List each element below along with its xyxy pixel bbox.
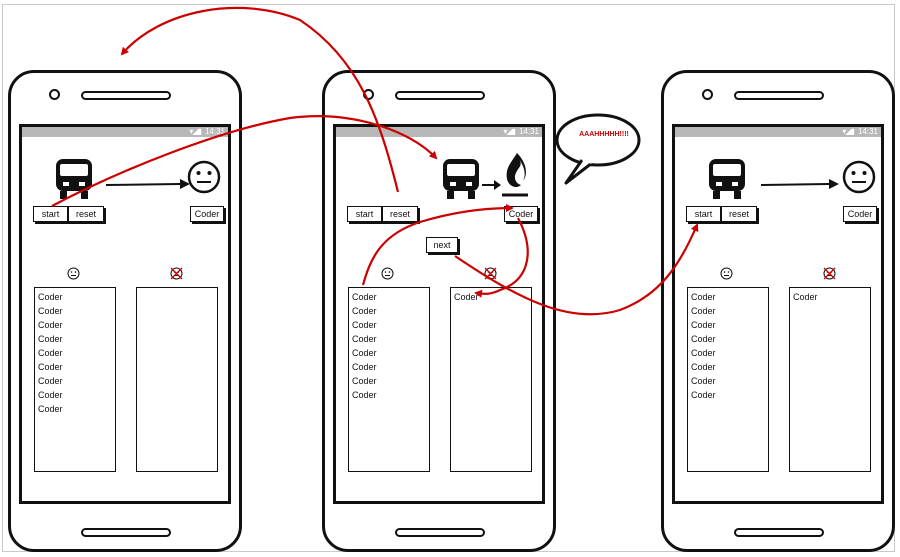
removed-list[interactable]: Coder (789, 287, 871, 472)
phone-right: ▾◢▮ 14:31 start reset Coder Coder Coder … (661, 70, 895, 552)
waiting-list[interactable]: Coder Coder Coder Coder Coder Coder Coder Coder (687, 287, 769, 472)
speaker-slot (395, 91, 485, 100)
phone-middle: ▾◢▮ 14:31 start reset Coder Coder Coder … (322, 70, 556, 552)
status-time: 14:31 (204, 127, 225, 136)
list-item[interactable]: Coder (38, 332, 115, 346)
smiley-small-icon (381, 267, 394, 280)
crossed-smiley-icon (484, 267, 497, 280)
phone-screen: ▾◢▮ 14:31 start reset Coder Coder Coder … (672, 124, 884, 504)
phone-left: ▾◢▮ 14:31 start reset Coder Coder Coder … (8, 70, 242, 552)
waiting-list[interactable]: Coder Coder Coder Coder Coder Coder Coder Coder… (34, 287, 116, 472)
bus-icon (709, 159, 745, 199)
crossed-smiley-icon (170, 267, 183, 280)
arrow-right-icon (760, 179, 839, 189)
start-button[interactable]: start (347, 206, 382, 222)
list-item[interactable]: Coder (691, 388, 768, 402)
list-item[interactable]: Coder (691, 332, 768, 346)
list-item[interactable]: Coder (38, 402, 115, 416)
list-item[interactable]: Coder (454, 290, 531, 304)
status-bar: ▾◢▮ 14:31 (336, 127, 542, 137)
reset-button[interactable]: reset (382, 206, 418, 222)
list-item[interactable]: Coder (691, 290, 768, 304)
status-bar: ▾◢▮ 14:31 (675, 127, 881, 137)
list-item[interactable]: Coder (352, 360, 429, 374)
crossed-smiley-icon (823, 267, 836, 280)
list-item[interactable]: Coder (352, 304, 429, 318)
camera-dot (702, 89, 713, 100)
start-button[interactable]: start (686, 206, 721, 222)
phone-screen: ▾◢▮ 14:31 start reset Coder Coder Coder … (19, 124, 231, 504)
list-item[interactable]: Coder (352, 346, 429, 360)
camera-dot (363, 89, 374, 100)
home-slot (395, 528, 485, 537)
list-item[interactable]: Coder (352, 290, 429, 304)
camera-dot (49, 89, 60, 100)
reset-button[interactable]: reset (721, 206, 757, 222)
signal-icon: ▾◢▮ (503, 127, 516, 136)
coder-card[interactable]: Coder (504, 206, 538, 222)
list-item[interactable]: Coder (352, 374, 429, 388)
list-item[interactable]: Coder (691, 374, 768, 388)
list-item[interactable]: Coder (352, 332, 429, 346)
phone-screen: ▾◢▮ 14:31 start reset Coder Coder Coder … (333, 124, 545, 504)
signal-icon: ▾◢▮ (842, 127, 855, 136)
arrow-right-icon (105, 179, 190, 189)
speech-bubble-text: AAAHHHHH!!!! (579, 131, 629, 138)
next-button[interactable]: next (426, 237, 458, 253)
list-item[interactable]: Coder (691, 346, 768, 360)
smiley-neutral-icon (187, 160, 221, 194)
arrow-right-icon (482, 180, 501, 190)
home-slot (734, 528, 824, 537)
bus-icon (56, 159, 92, 199)
coder-card[interactable]: Coder (190, 206, 224, 222)
list-item[interactable]: Coder (352, 388, 429, 402)
list-item[interactable]: Coder (38, 374, 115, 388)
fire-icon (502, 153, 528, 197)
speaker-slot (81, 91, 171, 100)
removed-list[interactable]: Coder (450, 287, 532, 472)
list-item[interactable]: Coder (38, 304, 115, 318)
home-slot (81, 528, 171, 537)
list-item[interactable]: Coder (38, 388, 115, 402)
smiley-neutral-icon (842, 160, 876, 194)
bus-icon (443, 159, 479, 199)
list-item[interactable]: Coder (691, 360, 768, 374)
status-time: 14:31 (518, 127, 539, 136)
list-item[interactable]: Coder (793, 290, 870, 304)
list-item[interactable]: Coder (38, 360, 115, 374)
signal-icon: ▾◢▮ (189, 127, 202, 136)
list-item[interactable]: Coder (352, 318, 429, 332)
list-item[interactable]: Coder (38, 290, 115, 304)
list-item[interactable]: Coder (38, 318, 115, 332)
start-button[interactable]: start (33, 206, 68, 222)
status-time: 14:31 (857, 127, 878, 136)
list-item[interactable]: Coder (38, 346, 115, 360)
smiley-small-icon (67, 267, 80, 280)
status-bar: ▾◢▮ 14:31 (22, 127, 228, 137)
list-item[interactable]: Coder (691, 318, 768, 332)
list-item[interactable]: Coder (691, 304, 768, 318)
reset-button[interactable]: reset (68, 206, 104, 222)
smiley-small-icon (720, 267, 733, 280)
coder-card[interactable]: Coder (843, 206, 877, 222)
removed-list[interactable] (136, 287, 218, 472)
waiting-list[interactable]: Coder Coder Coder Coder Coder Coder Coder Coder (348, 287, 430, 472)
speaker-slot (734, 91, 824, 100)
